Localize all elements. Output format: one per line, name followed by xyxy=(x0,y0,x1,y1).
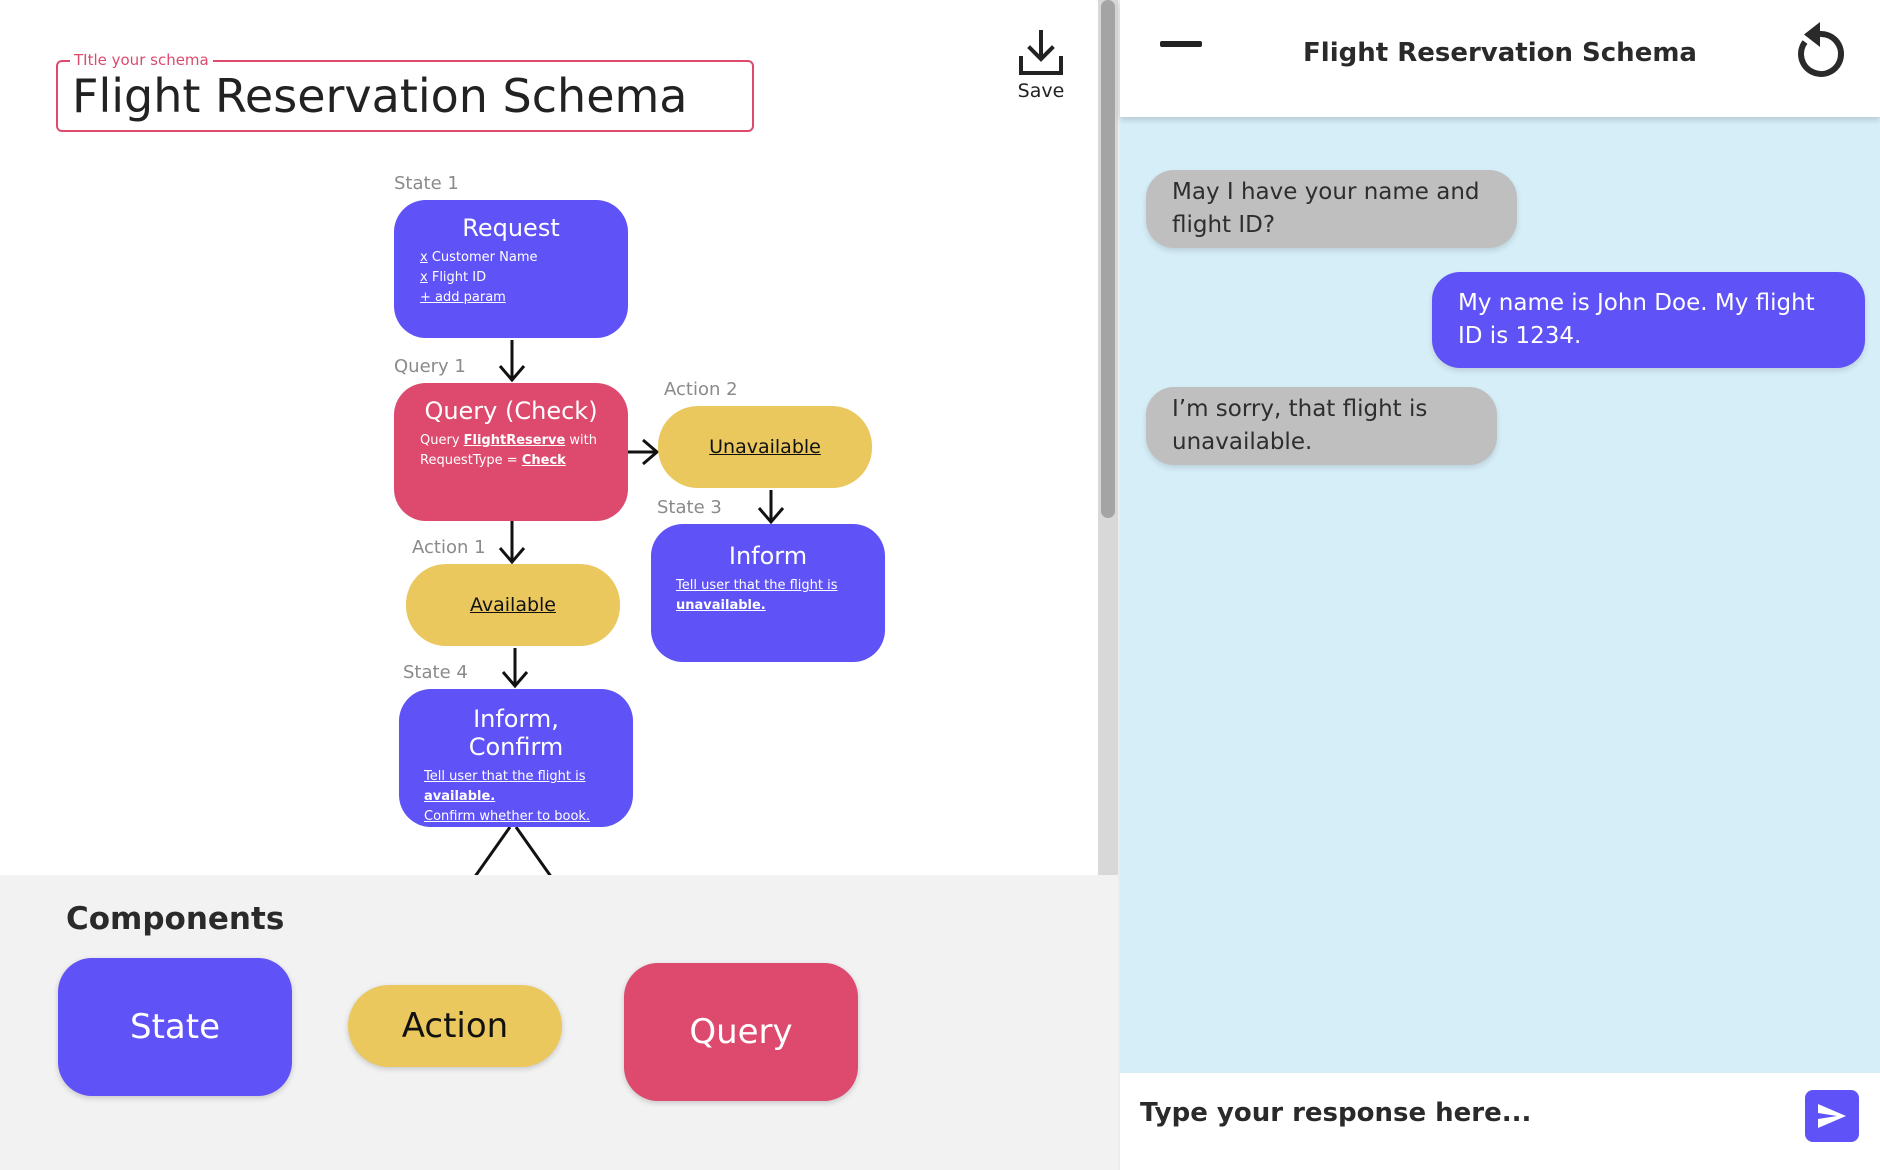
chat-title: Flight Reservation Schema xyxy=(1303,38,1697,68)
schema-title-label: TItle your schema xyxy=(70,51,213,69)
state4-caption: State 4 xyxy=(403,662,468,683)
query1-title: Query (Check) xyxy=(424,397,598,425)
arrow-query1-action1 xyxy=(498,521,526,565)
response-input[interactable] xyxy=(1140,1091,1790,1135)
download-icon xyxy=(1019,30,1063,75)
save-label: Save xyxy=(1017,80,1065,102)
schema-title-field[interactable]: TItle your schema xyxy=(56,51,754,132)
remove-param-button[interactable]: x xyxy=(420,250,428,265)
app-root: TItle your schema Save State 1 xyxy=(0,0,1880,1170)
branch-line-right xyxy=(514,826,552,875)
reset-chat-button[interactable] xyxy=(1792,20,1848,84)
editor-scrollbar-thumb[interactable] xyxy=(1101,0,1115,518)
request-type-link[interactable]: Check xyxy=(522,453,566,468)
query1-request-type: RequestType = Check xyxy=(420,451,602,471)
state4-node[interactable]: Inform, Confirm Tell user that the fligh… xyxy=(399,689,633,827)
state4-title: Inform, Confirm xyxy=(468,705,564,761)
save-button[interactable]: Save xyxy=(1010,28,1072,102)
chat-panel: Flight Reservation Schema May I have you… xyxy=(1120,0,1880,1170)
schema-title-input[interactable] xyxy=(72,70,742,122)
action-component[interactable]: Action xyxy=(348,985,562,1067)
schema-editor-canvas: TItle your schema Save State 1 xyxy=(0,0,1098,875)
state1-param-row: x Customer Name xyxy=(420,248,602,268)
message-composer xyxy=(1120,1073,1880,1170)
state3-caption: State 3 xyxy=(657,497,722,518)
state4-description-line[interactable]: available. xyxy=(424,787,608,807)
chat-header: Flight Reservation Schema xyxy=(1120,0,1880,117)
branch-line-left xyxy=(474,826,512,875)
state3-node[interactable]: Inform Tell user that the flight is unav… xyxy=(651,524,885,662)
add-param-link[interactable]: + add param xyxy=(420,288,602,308)
arrow-action2-state3 xyxy=(757,490,785,525)
param-label: Customer Name xyxy=(431,250,538,265)
state1-caption: State 1 xyxy=(394,173,459,194)
request-type-text: RequestType = xyxy=(420,453,522,468)
state3-description-line[interactable]: Tell user that the flight is xyxy=(676,576,860,596)
query-table-link[interactable]: FlightReserve xyxy=(464,433,566,448)
action2-caption: Action 2 xyxy=(664,379,738,400)
param-label: Flight ID xyxy=(431,270,487,285)
arrow-action1-state4 xyxy=(501,648,529,689)
query1-description: Query FlightReserve with xyxy=(420,431,602,451)
arrow-query1-action2 xyxy=(628,438,660,466)
state-component[interactable]: State xyxy=(58,958,292,1096)
refresh-icon xyxy=(1798,22,1845,77)
query1-node[interactable]: Query (Check) Query FlightReserve with R… xyxy=(394,383,628,521)
bot-message: May I have your name and flight ID? xyxy=(1146,170,1517,248)
action2-node[interactable]: Unavailable xyxy=(658,406,872,488)
state4-description-line[interactable]: Confirm whether to book. xyxy=(424,807,608,827)
query-text: Query xyxy=(420,433,464,448)
action1-caption: Action 1 xyxy=(412,537,486,558)
query-component[interactable]: Query xyxy=(624,963,858,1101)
arrow-state1-query1 xyxy=(498,340,526,383)
bot-message: I’m sorry, that flight is unavailable. xyxy=(1146,387,1497,465)
state1-title: Request xyxy=(462,214,560,242)
query1-caption: Query 1 xyxy=(394,356,466,377)
state3-description-line[interactable]: unavailable. xyxy=(676,596,860,616)
action2-label[interactable]: Unavailable xyxy=(709,436,821,458)
action1-node[interactable]: Available xyxy=(406,564,620,646)
action1-label[interactable]: Available xyxy=(470,594,556,616)
query-with-text: with xyxy=(565,433,598,448)
state3-title: Inform xyxy=(728,542,808,570)
state1-param-row: x Flight ID xyxy=(420,268,602,288)
components-palette: Components State Action Query xyxy=(0,875,1118,1170)
remove-param-button[interactable]: x xyxy=(420,270,428,285)
send-icon xyxy=(1818,1104,1846,1128)
state4-description-line[interactable]: Tell user that the flight is xyxy=(424,767,608,787)
state1-node[interactable]: Request x Customer Name x Flight ID + ad… xyxy=(394,200,628,338)
user-message: My name is John Doe. My flight ID is 123… xyxy=(1432,272,1865,368)
send-button[interactable] xyxy=(1805,1090,1859,1142)
components-heading: Components xyxy=(66,901,285,937)
